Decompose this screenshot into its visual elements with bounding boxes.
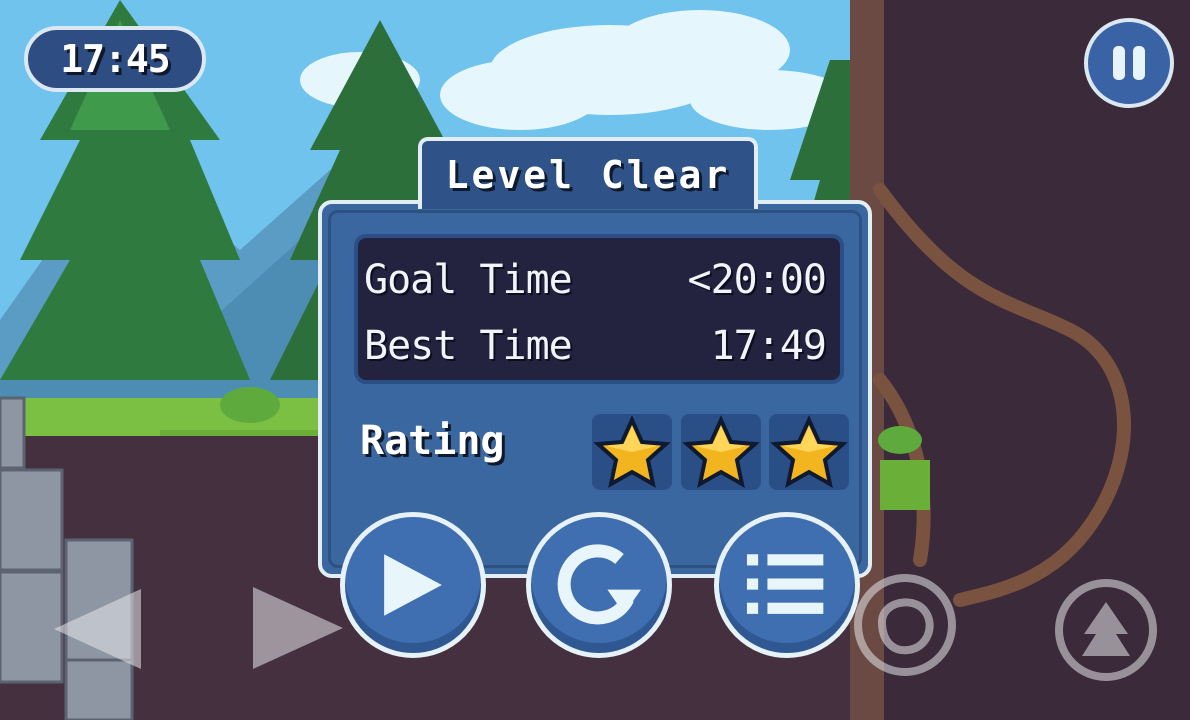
goal-time-value: <20:00 xyxy=(687,257,827,303)
play-icon xyxy=(384,554,442,616)
pause-button[interactable] xyxy=(1084,18,1174,108)
best-time-label: Best Time xyxy=(364,323,573,369)
jump-button[interactable] xyxy=(1054,578,1158,682)
action-icon xyxy=(877,598,934,655)
pause-icon-bar-right xyxy=(1133,46,1145,80)
rating-star-1 xyxy=(592,414,672,490)
next-level-button[interactable] xyxy=(340,512,486,658)
jump-icon xyxy=(1082,602,1130,656)
level-timer: 17:45 xyxy=(24,26,206,92)
rating-star-3 xyxy=(769,414,849,490)
restart-icon xyxy=(557,544,641,625)
move-right-icon xyxy=(253,587,343,669)
goal-time-row: Goal Time <20:00 xyxy=(364,252,827,308)
rating-star-2 xyxy=(681,414,761,490)
level-select-button[interactable] xyxy=(714,512,860,658)
level-clear-title: Level Clear xyxy=(445,153,731,197)
pause-icon-bar-left xyxy=(1113,46,1125,80)
level-list-icon xyxy=(746,554,824,614)
move-left-icon xyxy=(54,589,141,669)
time-stats-box: Goal Time <20:00 Best Time 17:49 xyxy=(354,234,844,384)
rating-label: Rating xyxy=(360,418,505,464)
best-time-row: Best Time 17:49 xyxy=(364,318,827,374)
best-time-value: 17:49 xyxy=(710,323,827,369)
restart-button[interactable] xyxy=(526,512,672,658)
move-right-button[interactable] xyxy=(248,582,348,674)
action-button[interactable] xyxy=(852,572,958,678)
level-clear-header: Level Clear xyxy=(418,137,758,209)
timer-text: 17:45 xyxy=(60,37,170,81)
move-left-button[interactable] xyxy=(46,584,146,674)
goal-time-label: Goal Time xyxy=(364,257,573,303)
